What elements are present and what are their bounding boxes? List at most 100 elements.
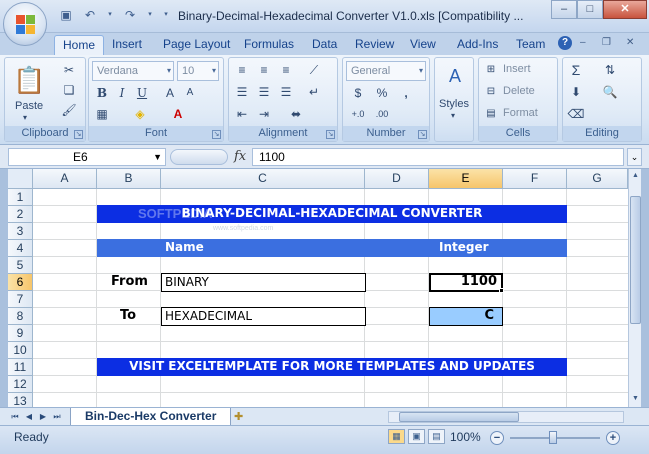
merge-center-icon[interactable]: ⬌ bbox=[287, 105, 305, 123]
last-sheet-icon[interactable]: ⏭ bbox=[52, 410, 62, 424]
column-header-e[interactable]: E bbox=[429, 169, 503, 189]
format-painter-icon[interactable]: 🖌 bbox=[60, 101, 78, 119]
paste-label[interactable]: Paste bbox=[15, 100, 43, 112]
column-header-g[interactable]: G bbox=[567, 169, 628, 189]
column-header-d[interactable]: D bbox=[365, 169, 429, 189]
formula-input[interactable]: 1100 bbox=[252, 148, 624, 166]
underline-icon[interactable]: U bbox=[133, 84, 151, 102]
format-label[interactable]: Format bbox=[503, 107, 538, 119]
align-left-icon[interactable]: ☰ bbox=[233, 83, 251, 101]
name-box[interactable]: E6 ▼ bbox=[8, 148, 166, 166]
normal-view-icon[interactable]: ▦ bbox=[388, 429, 405, 444]
styles-icon[interactable]: A bbox=[443, 64, 467, 88]
visit-link-band[interactable]: VISIT EXCELTEMPLATE FOR MORE TEMPLATES A… bbox=[97, 358, 567, 376]
tab-formulas[interactable]: Formulas bbox=[236, 35, 302, 55]
zoom-in-icon[interactable]: + bbox=[606, 431, 620, 445]
tab-add-ins[interactable]: Add-Ins bbox=[449, 35, 506, 55]
row-header-4[interactable]: 4 bbox=[8, 240, 33, 257]
styles-label[interactable]: Styles bbox=[439, 98, 469, 110]
alignment-launcher-icon[interactable]: ↘ bbox=[326, 130, 335, 139]
font-color-icon[interactable]: A bbox=[169, 105, 187, 123]
font-shrink-icon[interactable]: A bbox=[181, 84, 199, 102]
copy-icon[interactable]: ❏ bbox=[60, 81, 78, 99]
number-launcher-icon[interactable]: ↘ bbox=[418, 130, 427, 139]
save-icon[interactable]: ▣ bbox=[58, 7, 74, 23]
cut-icon[interactable]: ✂ bbox=[60, 61, 78, 79]
zoom-level[interactable]: 100% bbox=[450, 430, 481, 444]
insert-function-icon[interactable]: fx bbox=[234, 149, 246, 164]
align-right-icon[interactable]: ☰ bbox=[277, 83, 295, 101]
vertical-scroll-thumb[interactable] bbox=[630, 196, 641, 324]
row-header-5[interactable]: 5 bbox=[8, 257, 33, 274]
from-base-cell[interactable]: BINARY bbox=[161, 273, 366, 292]
row-header-3[interactable]: 3 bbox=[8, 223, 33, 240]
decrease-decimal-icon[interactable]: .00 bbox=[373, 105, 391, 123]
tab-insert[interactable]: Insert bbox=[104, 35, 150, 55]
bottom-align-icon[interactable]: ≡ bbox=[277, 61, 295, 79]
increase-decimal-icon[interactable]: +.0 bbox=[349, 105, 367, 123]
next-sheet-icon[interactable]: ▶ bbox=[38, 410, 48, 424]
insert-cells-icon[interactable]: ⊞ bbox=[482, 61, 500, 79]
row-header-7[interactable]: 7 bbox=[8, 291, 33, 308]
paste-dropdown-icon[interactable]: ▾ bbox=[23, 113, 27, 122]
font-size-dropdown-icon[interactable]: ▾ bbox=[212, 62, 216, 80]
find-select-icon[interactable]: 🔍 bbox=[601, 83, 619, 101]
insert-sheet-icon[interactable]: ✚ bbox=[234, 410, 254, 424]
select-all-corner[interactable] bbox=[8, 169, 33, 189]
font-name-dropdown-icon[interactable]: ▾ bbox=[167, 62, 171, 80]
row-header-12[interactable]: 12 bbox=[8, 376, 33, 393]
tab-team[interactable]: Team bbox=[508, 35, 553, 55]
page-layout-view-icon[interactable]: ▣ bbox=[408, 429, 425, 444]
worksheet-grid[interactable]: A B C D E F G 1 2 3 4 5 6 7 8 9 10 11 12… bbox=[8, 169, 628, 407]
workbook-minimize-icon[interactable]: – bbox=[580, 37, 586, 48]
row-header-11[interactable]: 11 bbox=[8, 359, 33, 376]
font-grow-icon[interactable]: A bbox=[161, 84, 179, 102]
tab-view[interactable]: View bbox=[402, 35, 444, 55]
office-button[interactable] bbox=[3, 2, 47, 46]
tab-review[interactable]: Review bbox=[347, 35, 402, 55]
column-header-a[interactable]: A bbox=[33, 169, 97, 189]
vertical-scrollbar[interactable]: ▲ ▼ bbox=[628, 169, 641, 407]
sort-filter-icon[interactable]: ⇅ bbox=[601, 61, 619, 79]
expand-formula-bar-icon[interactable]: ⌄ bbox=[627, 148, 642, 166]
top-align-icon[interactable]: ≡ bbox=[233, 61, 251, 79]
to-base-cell[interactable]: HEXADECIMAL bbox=[161, 307, 366, 326]
percent-icon[interactable]: % bbox=[373, 84, 391, 102]
currency-icon[interactable]: $ bbox=[349, 84, 367, 102]
tab-data[interactable]: Data bbox=[304, 35, 345, 55]
minimize-button[interactable]: – bbox=[551, 0, 577, 19]
horizontal-scrollbar[interactable] bbox=[388, 411, 624, 423]
sheet-tab-bin-dec-hex[interactable]: Bin-Dec-Hex Converter bbox=[70, 408, 232, 426]
row-header-6[interactable]: 6 bbox=[8, 274, 33, 291]
row-header-2[interactable]: 2 bbox=[8, 206, 33, 223]
customize-qat-icon[interactable]: ▾ bbox=[162, 7, 170, 23]
undo-dropdown-icon[interactable]: ▾ bbox=[106, 7, 114, 23]
number-format-box[interactable]: General ▾ bbox=[346, 61, 426, 81]
row-header-1[interactable]: 1 bbox=[8, 189, 33, 206]
number-format-dropdown-icon[interactable]: ▾ bbox=[419, 62, 423, 80]
bold-icon[interactable]: B bbox=[93, 84, 111, 102]
format-cells-icon[interactable]: ▤ bbox=[482, 105, 500, 123]
clipboard-launcher-icon[interactable]: ↘ bbox=[74, 130, 83, 139]
maximize-button[interactable]: □ bbox=[577, 0, 603, 19]
borders-icon[interactable]: ▦ bbox=[93, 105, 111, 123]
decrease-indent-icon[interactable]: ⇤ bbox=[233, 105, 251, 123]
to-integer-cell[interactable]: C bbox=[429, 307, 503, 326]
align-center-icon[interactable]: ☰ bbox=[255, 83, 273, 101]
zoom-out-icon[interactable]: − bbox=[490, 431, 504, 445]
paste-icon[interactable]: 📋 bbox=[13, 62, 45, 98]
column-header-b[interactable]: B bbox=[97, 169, 161, 189]
workbook-close-icon[interactable]: ✕ bbox=[626, 37, 634, 48]
increase-indent-icon[interactable]: ⇥ bbox=[255, 105, 273, 123]
from-integer-cell[interactable]: 1100 bbox=[429, 273, 503, 292]
column-header-f[interactable]: F bbox=[503, 169, 567, 189]
page-break-view-icon[interactable]: ▤ bbox=[428, 429, 445, 444]
scroll-up-icon[interactable]: ▲ bbox=[630, 170, 641, 182]
styles-dropdown-icon[interactable]: ▾ bbox=[451, 111, 455, 120]
formula-bar-splitter[interactable] bbox=[170, 149, 228, 165]
font-launcher-icon[interactable]: ↘ bbox=[212, 130, 221, 139]
font-name-box[interactable]: Verdana ▾ bbox=[92, 61, 174, 81]
comma-style-icon[interactable]: , bbox=[397, 84, 415, 102]
row-header-8[interactable]: 8 bbox=[8, 308, 33, 325]
tab-page-layout[interactable]: Page Layout bbox=[155, 35, 238, 55]
